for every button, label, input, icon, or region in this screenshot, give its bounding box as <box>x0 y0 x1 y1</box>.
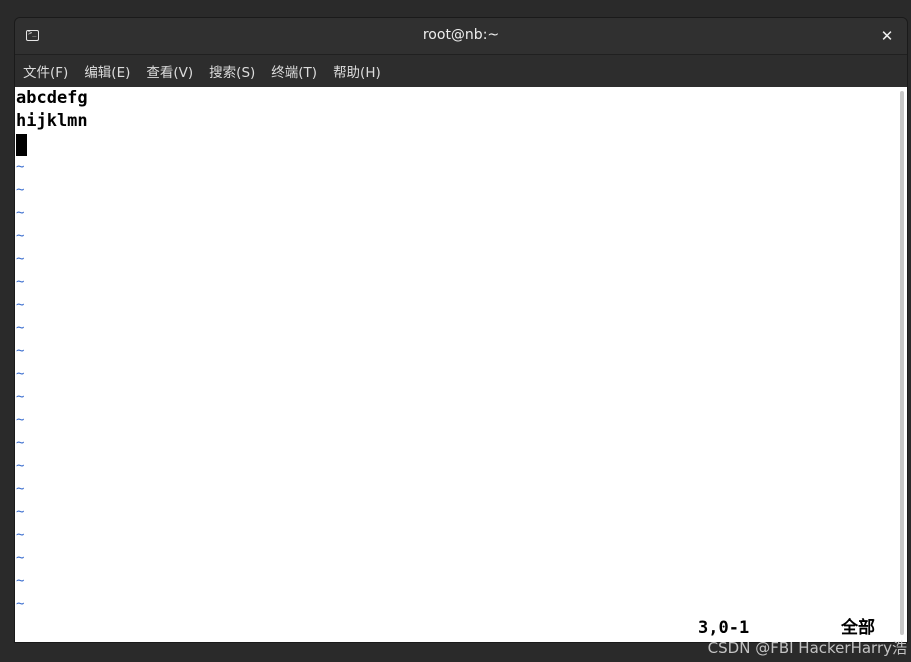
empty-line-marker: ~ <box>16 504 25 520</box>
menu-help[interactable]: 帮助(H) <box>327 61 387 81</box>
terminal-content[interactable]: abcdefg hijklmn 3,0-1 全部 ~ ~ ~ ~ ~ ~ ~ ~ ~ ~ ~ ~ ~ ~ ~… <box>15 87 895 642</box>
empty-line-marker: ~ <box>16 458 25 474</box>
empty-line-marker: ~ <box>16 481 25 497</box>
editor-line-2: hijklmn <box>16 111 88 131</box>
empty-line-marker: ~ <box>16 297 25 313</box>
empty-line-marker: ~ <box>16 550 25 566</box>
empty-line-marker: ~ <box>16 596 25 612</box>
menu-edit[interactable]: 编辑(E) <box>78 61 136 81</box>
terminal-window: >_ root@nb:~ ✕ 文件(F) 编辑(E) 查看(V) 搜索(S) 终… <box>14 17 908 643</box>
title-bar[interactable]: >_ root@nb:~ ✕ <box>15 18 907 55</box>
menu-bar: 文件(F) 编辑(E) 查看(V) 搜索(S) 终端(T) 帮助(H) <box>15 55 907 87</box>
watermark: CSDN @FBI HackerHarry浩 <box>707 639 907 657</box>
empty-line-marker: ~ <box>16 251 25 267</box>
empty-line-marker: ~ <box>16 205 25 221</box>
empty-line-marker: ~ <box>16 159 25 175</box>
empty-line-marker: ~ <box>16 366 25 382</box>
empty-line-marker: ~ <box>16 435 25 451</box>
empty-line-marker: ~ <box>16 182 25 198</box>
empty-line-marker: ~ <box>16 389 25 405</box>
empty-line-marker: ~ <box>16 412 25 428</box>
close-button[interactable]: ✕ <box>877 26 897 46</box>
empty-line-marker: ~ <box>16 343 25 359</box>
scrollbar-thumb[interactable] <box>900 91 904 635</box>
empty-line-marker: ~ <box>16 320 25 336</box>
menu-terminal[interactable]: 终端(T) <box>265 61 323 81</box>
desktop: >_ root@nb:~ ✕ 文件(F) 编辑(E) 查看(V) 搜索(S) 终… <box>0 0 911 662</box>
menu-search[interactable]: 搜索(S) <box>203 61 261 81</box>
text-cursor <box>16 134 27 156</box>
empty-line-marker: ~ <box>16 228 25 244</box>
menu-file[interactable]: 文件(F) <box>17 61 74 81</box>
empty-line-marker: ~ <box>16 573 25 589</box>
empty-line-marker: ~ <box>16 274 25 290</box>
window-title: root@nb:~ <box>422 27 500 43</box>
empty-line-marker: ~ <box>16 527 25 543</box>
scrollbar[interactable] <box>895 87 907 642</box>
menu-view[interactable]: 查看(V) <box>140 61 199 81</box>
editor-line-1: abcdefg <box>16 88 88 108</box>
